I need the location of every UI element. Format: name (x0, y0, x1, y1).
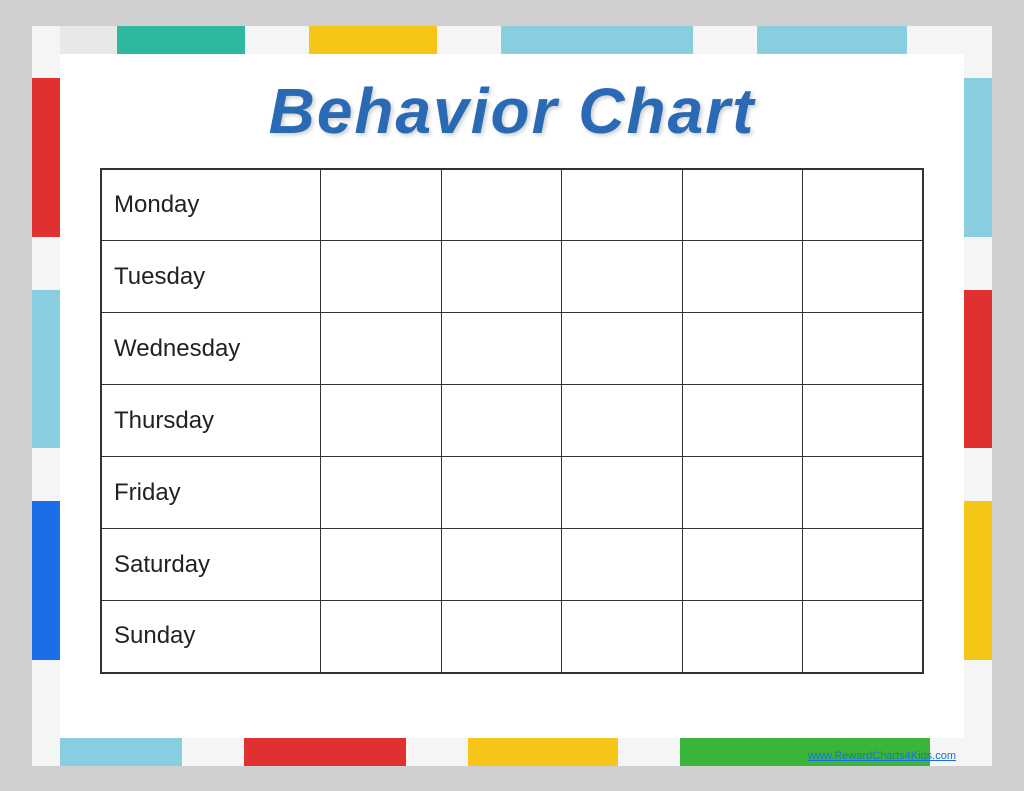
main-content: Behavior Chart MondayTuesdayWednesdayThu… (60, 54, 964, 738)
behavior-cell[interactable] (321, 385, 441, 457)
behavior-cell[interactable] (562, 457, 682, 529)
border-segment (501, 26, 693, 54)
border-segment (437, 26, 501, 54)
behavior-cell[interactable] (682, 241, 802, 313)
border-segment (964, 501, 992, 660)
day-label: Friday (101, 457, 321, 529)
behavior-cell[interactable] (321, 313, 441, 385)
behavior-cell[interactable] (441, 529, 561, 601)
day-label: Monday (101, 169, 321, 241)
table-row: Saturday (101, 529, 923, 601)
behavior-cell[interactable] (682, 313, 802, 385)
border-right (964, 26, 992, 766)
border-segment (32, 78, 60, 237)
behavior-cell[interactable] (803, 529, 923, 601)
behavior-cell[interactable] (562, 169, 682, 241)
behavior-cell[interactable] (562, 313, 682, 385)
day-label: Sunday (101, 601, 321, 673)
border-segment (964, 78, 992, 237)
behavior-cell[interactable] (682, 385, 802, 457)
behavior-cell[interactable] (562, 241, 682, 313)
border-segment (964, 660, 992, 766)
border-segment (32, 448, 60, 501)
border-segment (32, 290, 60, 449)
behavior-cell[interactable] (803, 601, 923, 673)
border-segment (32, 26, 60, 79)
behavior-cell[interactable] (321, 169, 441, 241)
day-label: Wednesday (101, 313, 321, 385)
border-left (32, 26, 60, 766)
border-segment (32, 237, 60, 290)
border-segment (468, 738, 618, 766)
page-title: Behavior Chart (269, 74, 756, 148)
behavior-chart-page: Behavior Chart MondayTuesdayWednesdayThu… (32, 26, 992, 766)
table-row: Friday (101, 457, 923, 529)
behavior-cell[interactable] (682, 601, 802, 673)
border-segment (693, 26, 757, 54)
border-segment (964, 26, 992, 79)
border-segment (309, 26, 437, 54)
border-top (32, 26, 992, 54)
behavior-cell[interactable] (441, 601, 561, 673)
table-row: Wednesday (101, 313, 923, 385)
table-row: Monday (101, 169, 923, 241)
behavior-cell[interactable] (562, 529, 682, 601)
behavior-cell[interactable] (441, 385, 561, 457)
day-label: Thursday (101, 385, 321, 457)
behavior-table: MondayTuesdayWednesdayThursdayFridaySatu… (100, 168, 924, 674)
border-segment (32, 660, 60, 766)
behavior-cell[interactable] (441, 313, 561, 385)
behavior-cell[interactable] (682, 457, 802, 529)
border-segment (964, 237, 992, 290)
behavior-cell[interactable] (321, 241, 441, 313)
table-row: Thursday (101, 385, 923, 457)
table-row: Tuesday (101, 241, 923, 313)
watermark: www.RewardCharts4Kids.com (808, 750, 956, 762)
border-segment (32, 501, 60, 660)
behavior-cell[interactable] (803, 241, 923, 313)
behavior-cell[interactable] (803, 385, 923, 457)
border-segment (117, 26, 245, 54)
behavior-cell[interactable] (562, 601, 682, 673)
border-segment (244, 738, 406, 766)
behavior-cell[interactable] (803, 169, 923, 241)
day-label: Saturday (101, 529, 321, 601)
behavior-cell[interactable] (682, 529, 802, 601)
behavior-cell[interactable] (803, 313, 923, 385)
day-label: Tuesday (101, 241, 321, 313)
behavior-cell[interactable] (321, 601, 441, 673)
border-segment (182, 738, 244, 766)
behavior-cell[interactable] (441, 457, 561, 529)
behavior-cell[interactable] (321, 529, 441, 601)
border-segment (964, 290, 992, 449)
behavior-cell[interactable] (803, 457, 923, 529)
border-segment (406, 738, 468, 766)
behavior-cell[interactable] (441, 169, 561, 241)
behavior-cell[interactable] (321, 457, 441, 529)
table-row: Sunday (101, 601, 923, 673)
behavior-cell[interactable] (682, 169, 802, 241)
border-segment (245, 26, 309, 54)
border-segment (757, 26, 906, 54)
behavior-cell[interactable] (441, 241, 561, 313)
border-segment (964, 448, 992, 501)
behavior-cell[interactable] (562, 385, 682, 457)
border-segment (618, 738, 680, 766)
